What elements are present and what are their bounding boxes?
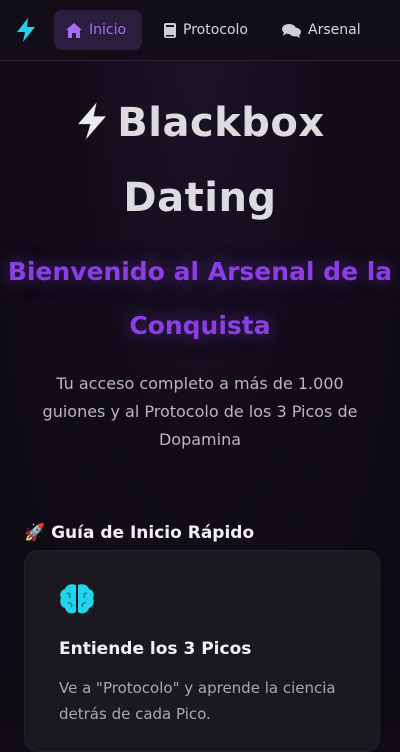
nav-label-inicio: Inicio [89,22,127,38]
nav-label-arsenal: Arsenal [308,22,361,38]
bolt-logo-icon[interactable] [15,18,37,42]
book-icon [164,22,176,38]
bolt-icon [78,102,107,140]
hero-subtitle: Bienvenido al Arsenal de la Conquista [7,257,393,340]
chat-icon [282,23,301,38]
nav-item-protocolo[interactable]: Protocolo [164,10,248,50]
hero-title-line2: Dating [123,175,277,221]
top-nav: Inicio Protocolo Arsenal [0,0,400,61]
nav-item-inicio[interactable]: Inicio [54,10,142,50]
nav-item-arsenal[interactable]: Arsenal [282,10,361,50]
home-icon [66,22,82,38]
card-title: Entiende los 3 Picos [59,639,252,659]
quick-start-card[interactable]: Entiende los 3 Picos Ve a "Protocolo" y … [24,550,380,752]
card-text: Ve a "Protocolo" y aprende la ciencia de… [59,679,336,723]
hero-title-line1: Blackbox [0,100,400,146]
hero-title-text1: Blackbox [117,100,325,146]
brain-icon [60,584,94,614]
nav-label-protocolo: Protocolo [183,22,248,38]
hero-description: Tu acceso completo a más de 1.000 guione… [42,374,358,449]
quick-start-title: 🚀 Guía de Inicio Rápido [24,523,255,543]
